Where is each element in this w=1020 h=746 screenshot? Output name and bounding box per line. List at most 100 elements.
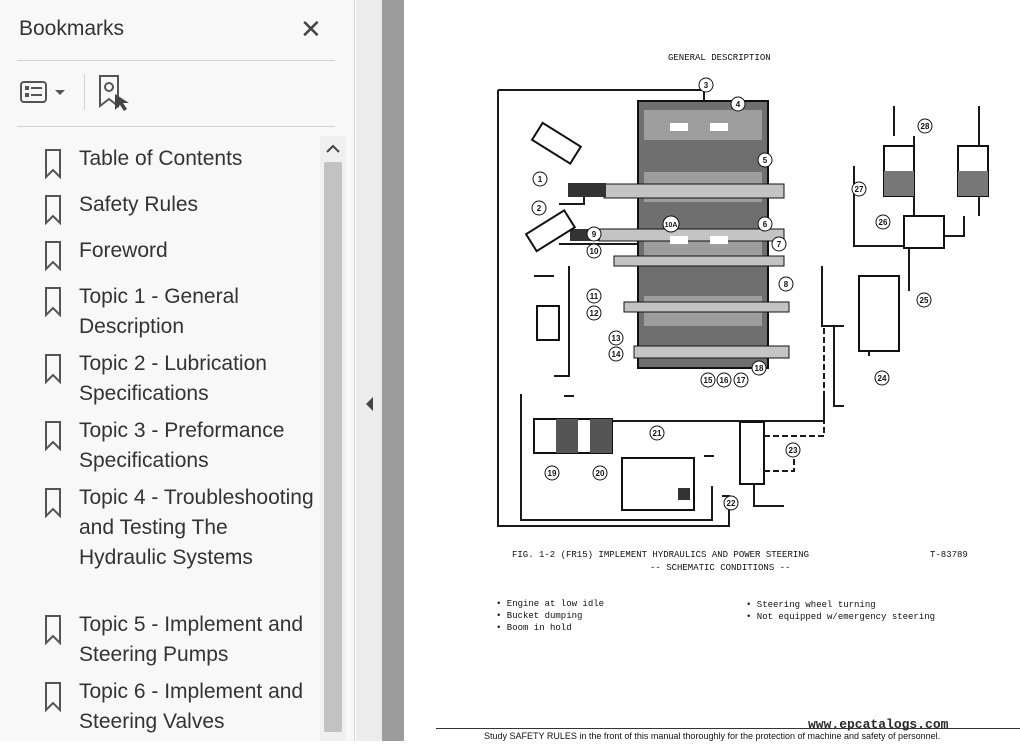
svg-text:5: 5 (763, 156, 768, 165)
bookmarks-panel: Bookmarks ✕ Table of Contents Safety Rul… (0, 0, 355, 741)
callout: 26 (875, 214, 891, 230)
svg-text:14: 14 (612, 350, 621, 359)
svg-text:15: 15 (704, 376, 713, 385)
figure-id: T-83789 (930, 550, 968, 560)
callout: 1 (532, 171, 548, 187)
svg-text:13: 13 (612, 334, 621, 343)
bookmark-icon (45, 354, 61, 384)
page-footer: Study SAFETY RULES in the front of this … (484, 731, 941, 741)
toolbar-divider (84, 74, 85, 110)
condition-item: • Not equipped w/emergency steering (746, 612, 936, 622)
svg-text:17: 17 (737, 376, 746, 385)
callout: 5 (757, 152, 773, 168)
callout: 6 (757, 216, 773, 232)
scroll-up-button[interactable] (320, 136, 346, 162)
svg-text:28: 28 (921, 122, 930, 131)
bookmark-icon (45, 682, 61, 712)
svg-text:6: 6 (763, 220, 768, 229)
add-bookmark-icon (99, 75, 129, 111)
svg-text:20: 20 (596, 469, 605, 478)
hydraulic-schematic: 1 2 3 4 5 6 7 8 9 10 10A 11 12 13 14 15 … (497, 77, 989, 527)
bookmark-label: Topic 2 - Lubrication Specifications (79, 352, 267, 405)
scroll-thumb[interactable] (324, 162, 342, 732)
chevron-left-icon (366, 397, 373, 411)
callout: 9 (586, 226, 602, 242)
callout: 10 (586, 243, 602, 259)
svg-text:9: 9 (592, 230, 597, 239)
condition-item: • Engine at low idle (496, 599, 605, 609)
svg-text:11: 11 (590, 292, 599, 301)
callout: 14 (608, 346, 624, 362)
bookmark-label: Topic 4 - Troubleshooting and Testing Th… (79, 486, 314, 569)
condition-item: • Boom in hold (496, 623, 572, 633)
callout: 28 (917, 118, 933, 134)
svg-text:19: 19 (548, 469, 557, 478)
svg-text:18: 18 (755, 364, 764, 373)
callout: 3 (698, 77, 714, 93)
close-icon[interactable]: ✕ (300, 14, 322, 45)
bookmark-item[interactable]: Safety Rules (17, 186, 320, 226)
bookmark-item[interactable]: Topic 6 - Implement and Steering Valves (17, 673, 320, 737)
divider (17, 126, 335, 127)
watermark: www.epcatalogs.com (808, 717, 949, 732)
svg-text:2: 2 (537, 204, 542, 213)
svg-text:3: 3 (704, 81, 709, 90)
callout: 23 (785, 442, 801, 458)
bookmark-options-button[interactable] (18, 76, 70, 108)
svg-text:8: 8 (784, 280, 789, 289)
callout: 22 (723, 495, 739, 511)
svg-text:21: 21 (653, 429, 662, 438)
svg-text:4: 4 (736, 100, 741, 109)
svg-text:26: 26 (879, 218, 888, 227)
callout: 21 (649, 425, 665, 441)
bookmark-icon (45, 195, 61, 225)
callout: 12 (586, 305, 602, 321)
divider (17, 60, 335, 61)
bookmark-item[interactable]: Foreword (17, 232, 320, 272)
bookmark-icon (45, 488, 61, 518)
svg-text:12: 12 (590, 309, 599, 318)
figure-subcaption: -- SCHEMATIC CONDITIONS -- (650, 563, 791, 573)
callout: 17 (733, 372, 749, 388)
bookmark-label: Foreword (79, 239, 168, 262)
svg-text:22: 22 (727, 499, 736, 508)
callout: 15 (700, 372, 716, 388)
svg-text:7: 7 (777, 240, 782, 249)
callout: 19 (544, 465, 560, 481)
condition-item: • Steering wheel turning (746, 600, 876, 610)
svg-text:25: 25 (920, 296, 929, 305)
bookmark-item[interactable]: Topic 5 - Implement and Steering Pumps (17, 606, 320, 670)
svg-text:27: 27 (855, 185, 864, 194)
bookmark-icon (45, 615, 61, 645)
bookmark-item[interactable]: Topic 3 - Preformance Specifications (17, 412, 320, 476)
bookmark-icon (45, 149, 61, 179)
bookmark-item[interactable]: Table of Contents (17, 140, 320, 180)
bookmark-list: Table of Contents Safety Rules Foreword … (17, 136, 320, 741)
callout: 4 (730, 96, 746, 112)
callout: 7 (771, 236, 787, 252)
figure-caption: FIG. 1-2 (FR15) IMPLEMENT HYDRAULICS AND… (512, 550, 810, 560)
bookmark-icon (45, 287, 61, 317)
bookmark-label: Topic 6 - Implement and Steering Valves (79, 680, 304, 733)
chevron-up-icon (326, 144, 340, 153)
bookmark-icon (45, 421, 61, 451)
page-gutter (382, 0, 404, 741)
callout: 16 (716, 372, 732, 388)
callout: 13 (608, 330, 624, 346)
bookmark-scrollbar[interactable] (320, 136, 346, 741)
collapse-panel-button[interactable] (356, 0, 382, 741)
svg-text:23: 23 (789, 446, 798, 455)
add-bookmark-button[interactable] (96, 74, 132, 112)
document-page: GENERAL DESCRIPTION 1 2 3 4 5 6 7 8 9 10… (404, 0, 1020, 741)
svg-text:1: 1 (538, 175, 543, 184)
callout: 25 (916, 292, 932, 308)
bookmark-label: Table of Contents (79, 147, 243, 170)
callout: 24 (874, 370, 890, 386)
svg-text:16: 16 (720, 376, 729, 385)
bookmark-item[interactable]: Topic 4 - Troubleshooting and Testing Th… (17, 479, 320, 603)
callout: 2 (531, 200, 547, 216)
bookmark-item[interactable]: Topic 2 - Lubrication Specifications (17, 345, 320, 409)
bookmark-item[interactable]: Topic 1 - General Description (17, 278, 320, 342)
callout: 11 (586, 288, 602, 304)
bookmark-label: Topic 3 - Preformance Specifications (79, 419, 285, 472)
